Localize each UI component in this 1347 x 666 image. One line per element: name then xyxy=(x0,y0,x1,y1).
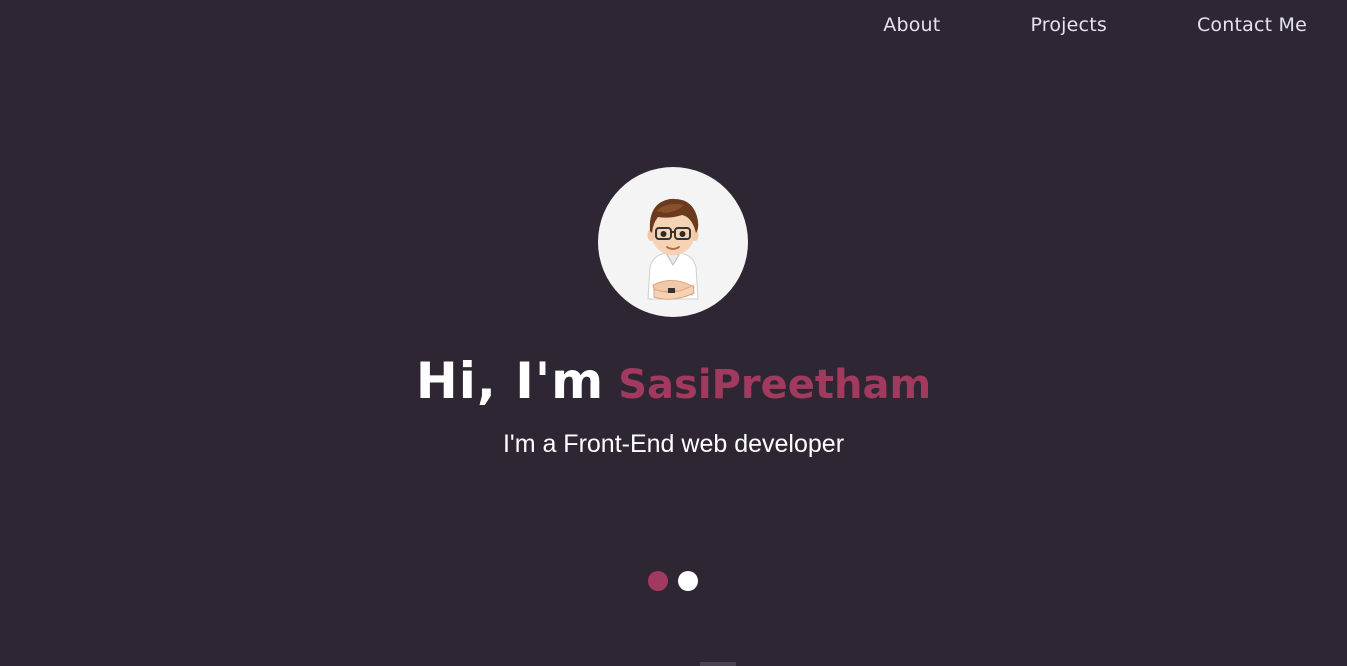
greeting-text: Hi, I'm xyxy=(415,352,605,410)
avatar xyxy=(598,167,748,317)
name-text: SasiPreetham xyxy=(618,362,932,408)
top-nav: About Projects Contact Me xyxy=(883,14,1307,36)
nav-link-projects[interactable]: Projects xyxy=(1030,14,1107,36)
hero-headline: Hi, I'm SasiPreetham xyxy=(0,352,1347,410)
page: About Projects Contact Me Hi, I'm SasiPr… xyxy=(0,0,1347,666)
bottom-edge-tab xyxy=(700,662,736,666)
carousel-dot-1[interactable] xyxy=(648,571,668,591)
nav-link-contact-me[interactable]: Contact Me xyxy=(1197,14,1307,36)
cartoon-avatar-icon xyxy=(647,198,699,300)
hero-subtitle: I'm a Front-End web developer xyxy=(502,430,845,458)
carousel-dots xyxy=(648,571,698,591)
nav-link-about[interactable]: About xyxy=(883,14,940,36)
carousel-dot-2[interactable] xyxy=(678,571,698,591)
